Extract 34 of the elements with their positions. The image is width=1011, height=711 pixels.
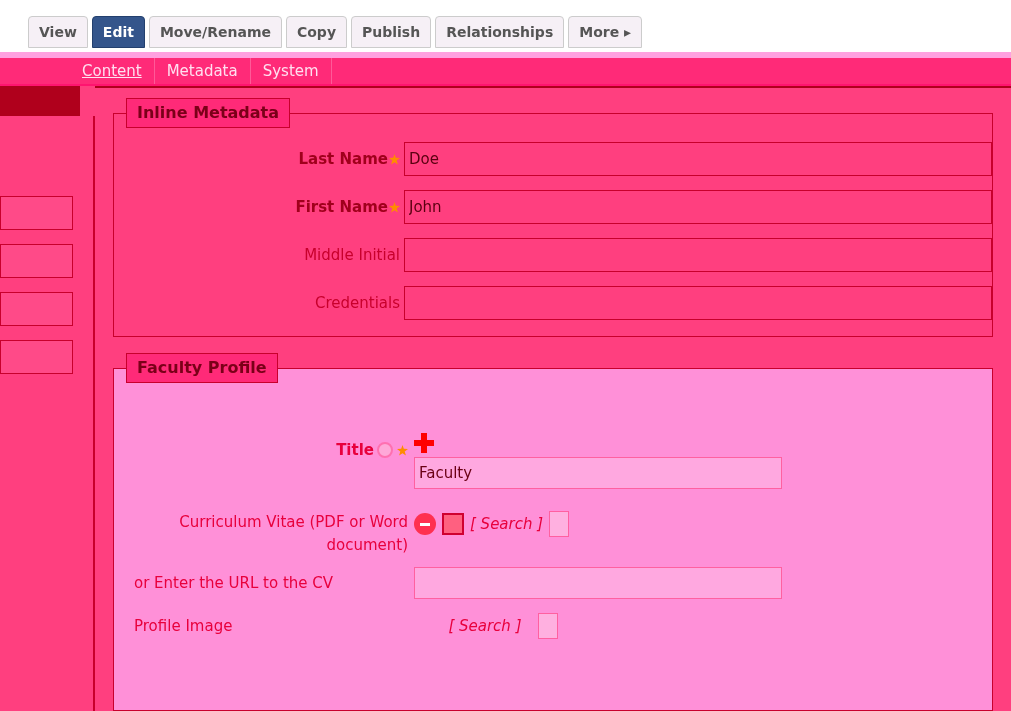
text-field[interactable]: John <box>404 190 992 224</box>
square-icon <box>442 513 464 535</box>
document-icon <box>537 613 558 639</box>
sidebar-field[interactable] <box>0 340 73 374</box>
text-field[interactable]: Doe <box>404 142 992 176</box>
text-field[interactable] <box>404 286 992 320</box>
action-tab[interactable]: View <box>28 16 88 48</box>
field-label: Curriculum Vitae (PDF or Word document) <box>178 512 408 556</box>
add-icon[interactable] <box>414 433 434 453</box>
required-star-icon <box>397 444 408 456</box>
document-icon <box>549 511 570 537</box>
field-label: Title <box>336 440 374 461</box>
field-label: Middle Initial <box>304 244 400 266</box>
field-label: or Enter the URL to the CV <box>134 572 334 594</box>
field-label: Last Name <box>298 148 388 170</box>
action-tab[interactable]: Copy <box>285 16 347 48</box>
sidebar-field[interactable] <box>0 292 73 326</box>
text-field[interactable] <box>404 238 992 272</box>
action-tab[interactable]: More ▸ <box>568 16 643 48</box>
panel-legend: Faculty Profile <box>126 353 278 383</box>
text-field[interactable]: Faculty <box>414 457 782 489</box>
field-label: Profile Image <box>134 615 233 637</box>
text-field[interactable] <box>414 567 782 599</box>
remove-icon[interactable] <box>414 513 436 535</box>
action-tab[interactable]: Relationships <box>435 16 565 48</box>
panel-legend: Inline Metadata <box>126 98 291 128</box>
action-tab[interactable]: Edit <box>91 16 145 48</box>
sidebar-field[interactable] <box>0 196 73 230</box>
action-tab[interactable]: Publish <box>351 16 432 48</box>
action-tab[interactable]: Move/Rename <box>148 16 282 48</box>
field-label: First Name <box>295 196 388 218</box>
sidebar-field[interactable] <box>0 244 73 278</box>
field-label: Credentials <box>314 292 400 314</box>
help-icon[interactable] <box>377 442 393 459</box>
